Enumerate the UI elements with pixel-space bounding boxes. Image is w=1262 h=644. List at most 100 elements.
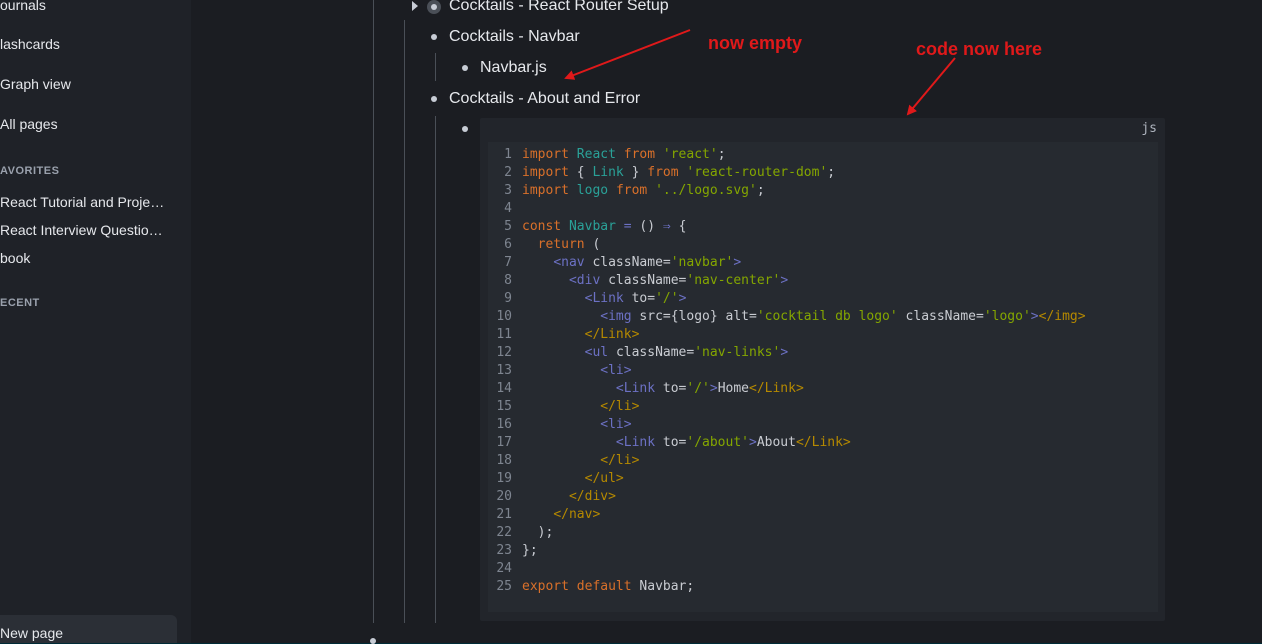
sidebar-item-flashcards[interactable]: lashcards — [0, 36, 60, 52]
annotation-now-empty: now empty — [708, 33, 803, 53]
code-line[interactable]: 20 </div> — [488, 488, 1086, 506]
sidebar-item-all-pages[interactable]: All pages — [0, 116, 58, 132]
outline-guide — [435, 116, 436, 623]
code-token: to= — [662, 435, 687, 450]
code-token: { — [576, 165, 593, 180]
code-line[interactable]: 2 import { Link } from 'react-router-dom'… — [488, 164, 1086, 182]
code-token: ⇒ — [662, 219, 679, 234]
code-line[interactable]: 23}; — [488, 542, 1086, 560]
line-number: 1 — [504, 147, 512, 162]
favorite-item[interactable]: React Tutorial and Projects… — [0, 194, 170, 210]
code-token: <li> — [600, 417, 632, 432]
code-token: '/' — [655, 291, 679, 306]
sidebar-item-journals[interactable]: ournals — [0, 0, 46, 13]
code-token: About — [756, 435, 796, 450]
line-number: 9 — [504, 291, 512, 306]
block-router-setup[interactable]: Cocktails - React Router Setup — [449, 0, 669, 15]
code-token: </Link> — [584, 327, 640, 342]
code-line[interactable]: 11 </Link> — [488, 326, 1086, 344]
code-language-label[interactable]: js — [1141, 121, 1157, 136]
code-line[interactable]: 18 </li> — [488, 452, 1086, 470]
code-token: Navbar — [568, 219, 624, 234]
code-token: ; — [717, 147, 726, 162]
bullet-icon[interactable] — [462, 126, 468, 132]
favorite-item[interactable]: book — [0, 250, 170, 266]
line-number: 15 — [496, 399, 512, 414]
code-line[interactable]: 4 — [488, 200, 1086, 218]
line-number: 13 — [496, 363, 512, 378]
favorite-item[interactable]: React Interview Questions … — [0, 222, 170, 238]
code-token: return — [537, 237, 593, 252]
code-token: <li> — [600, 363, 632, 378]
code-token: } — [631, 165, 648, 180]
code-line[interactable]: 7 <nav className='navbar'> — [488, 254, 1086, 272]
block-navbar[interactable]: Cocktails - Navbar — [449, 28, 580, 46]
code-line[interactable]: 5 const Navbar = () ⇒ { — [488, 218, 1086, 236]
line-number: 21 — [496, 507, 512, 522]
code-content[interactable]: 1 import React from 'react'; 2 import { Lin… — [488, 146, 1086, 596]
code-token: className= — [608, 273, 687, 288]
code-token: 'react' — [662, 147, 718, 162]
code-token: React — [576, 147, 624, 162]
collapse-triangle-icon[interactable] — [412, 1, 418, 11]
code-editor[interactable]: 1 import React from 'react'; 2 import { Lin… — [488, 142, 1158, 612]
block-about-error[interactable]: Cocktails - About and Error — [449, 90, 640, 108]
sidebar-item-graph-view[interactable]: Graph view — [0, 76, 71, 92]
bullet-icon[interactable] — [431, 96, 437, 102]
code-line[interactable]: 25 export default Navbar; — [488, 578, 1086, 596]
code-token: default — [576, 579, 640, 594]
collapsed-bullet-icon[interactable] — [427, 0, 441, 14]
code-line[interactable]: 10 <img src={logo} alt='cocktail db logo… — [488, 308, 1086, 326]
code-token: import — [522, 183, 577, 198]
new-page-button[interactable]: New page — [0, 615, 177, 643]
new-page-label: New page — [0, 625, 64, 641]
bullet-icon[interactable] — [462, 65, 468, 71]
code-line[interactable]: 19 </ul> — [488, 470, 1086, 488]
code-line[interactable]: 17 <Link to='/about'>About</Link> — [488, 434, 1086, 452]
code-line[interactable]: 15 </li> — [488, 398, 1086, 416]
code-token: '/about' — [686, 435, 749, 450]
code-token: 'navbar' — [670, 255, 734, 270]
code-line[interactable]: 14 <Link to='/'>Home</Link> — [488, 380, 1086, 398]
code-token: to= — [631, 291, 656, 306]
code-token: Navbar; — [639, 579, 695, 594]
code-token: > — [709, 381, 718, 396]
sidebar: ournals lashcards Graph view All pages A… — [0, 0, 191, 643]
code-line[interactable]: 22 ); — [488, 524, 1086, 542]
code-line[interactable]: 8 <div className='nav-center'> — [488, 272, 1086, 290]
bullet-icon[interactable] — [370, 638, 376, 644]
code-token: <img — [600, 309, 640, 324]
line-number: 24 — [496, 561, 512, 576]
code-block[interactable]: js 1 import React from 'react'; 2 import { … — [480, 118, 1165, 621]
line-number: 8 — [504, 273, 512, 288]
code-line[interactable]: 13 <li> — [488, 362, 1086, 380]
code-line[interactable]: 1 import React from 'react'; — [488, 146, 1086, 164]
code-token: </nav> — [553, 507, 601, 522]
code-token: </img> — [1038, 309, 1086, 324]
code-line[interactable]: 16 <li> — [488, 416, 1086, 434]
code-token: > — [678, 291, 687, 306]
bullet-icon[interactable] — [431, 34, 437, 40]
code-line[interactable]: 3 import logo from '../logo.svg'; — [488, 182, 1086, 200]
code-token: Link — [592, 165, 632, 180]
block-navbar-js[interactable]: Navbar.js — [480, 59, 547, 77]
code-token: import — [522, 165, 577, 180]
code-line[interactable]: 9 <Link to='/'> — [488, 290, 1086, 308]
code-token: > — [733, 255, 742, 270]
code-token: </ul> — [584, 471, 624, 486]
code-token: <Link — [584, 291, 632, 306]
code-token: <div — [568, 273, 609, 288]
code-line[interactable]: 21 </nav> — [488, 506, 1086, 524]
code-token: 'react-router-dom' — [686, 165, 828, 180]
code-line[interactable]: 12 <ul className='nav-links'> — [488, 344, 1086, 362]
code-line[interactable]: 6 return ( — [488, 236, 1086, 254]
code-token: > — [749, 435, 757, 450]
code-token: const — [522, 219, 569, 234]
outline-guide — [373, 0, 374, 623]
code-line[interactable]: 24 — [488, 560, 1086, 578]
